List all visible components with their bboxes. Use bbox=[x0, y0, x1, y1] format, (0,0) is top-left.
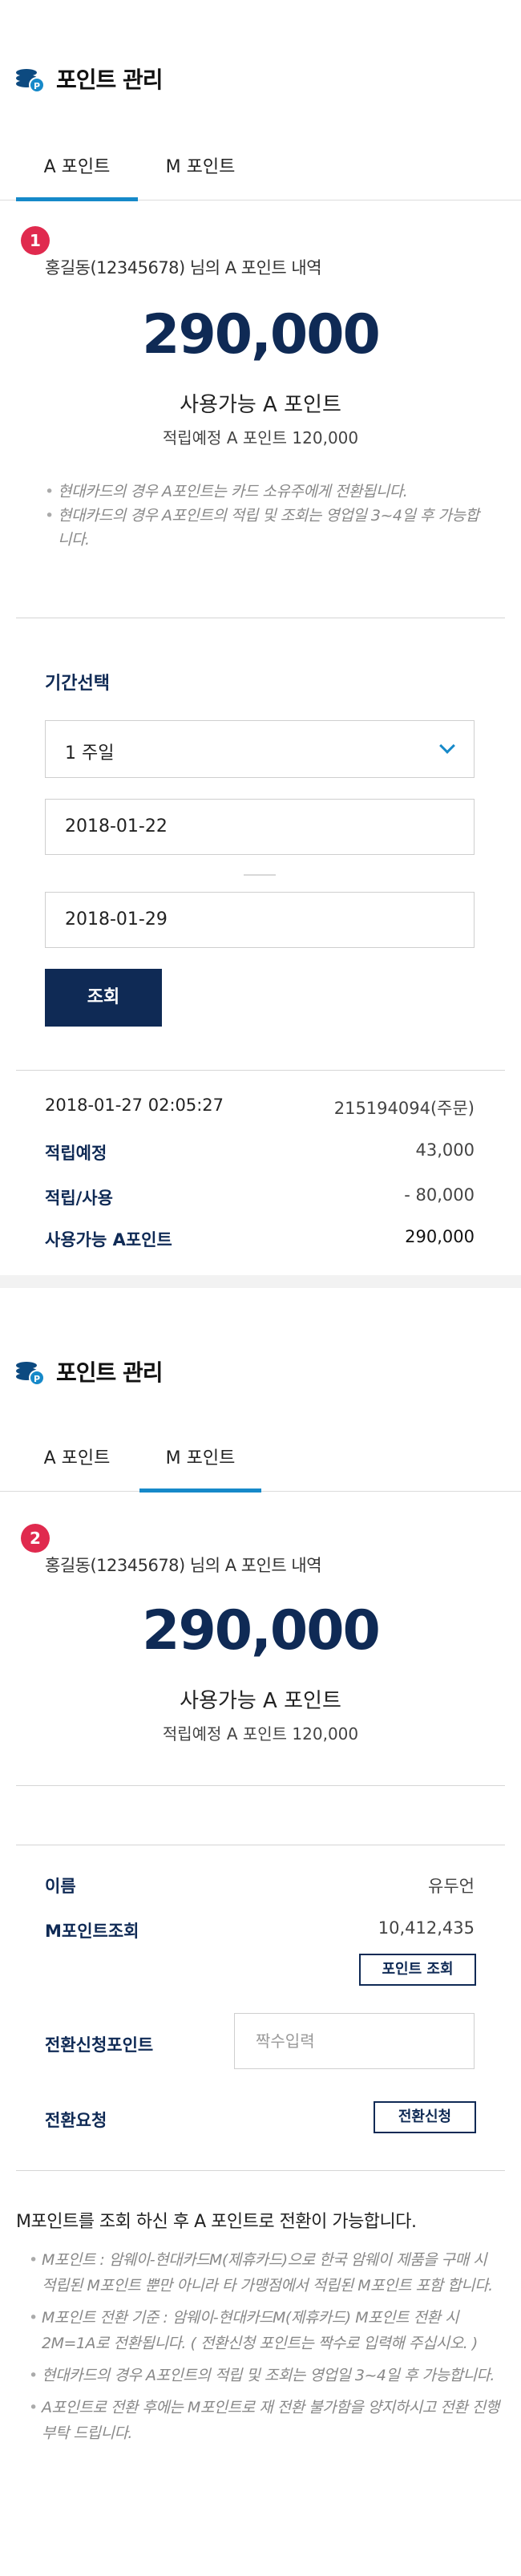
conversion-request-label: 전환요청 bbox=[45, 2111, 107, 2130]
notice-item: M포인트 전환 기준 : 암웨이-현대카드M(제휴카드) M포인트 전환 시 2… bbox=[27, 2305, 500, 2356]
page-title: 포인트 관리 bbox=[56, 67, 164, 93]
notice-list: 현대카드의 경우 A포인트는 카드 소유주에게 전환됩니다. 현대카드의 경우 … bbox=[43, 480, 492, 552]
step-badge: 2 bbox=[21, 1524, 50, 1553]
history-row-label: 사용가능 A포인트 bbox=[45, 1230, 172, 1250]
conversion-points-input[interactable]: 짝수입력 bbox=[234, 2013, 475, 2069]
pending-points: 적립예정 A 포인트 120,000 bbox=[162, 1724, 359, 1744]
a-point-panel: P 포인트 관리 A 포인트 M 포인트 1 홍길동(12345678) 님의 … bbox=[0, 0, 521, 1275]
tab-m-point[interactable]: M 포인트 bbox=[139, 148, 261, 200]
notice-item: 현대카드의 경우 A포인트는 카드 소유주에게 전환됩니다. bbox=[43, 480, 492, 504]
name-label: 이름 bbox=[45, 1877, 76, 1896]
search-button[interactable]: 조회 bbox=[45, 969, 162, 1027]
page-header: P 포인트 관리 bbox=[16, 1355, 164, 1387]
available-points: 290,000 bbox=[142, 1599, 381, 1663]
history-row-value: - 80,000 bbox=[404, 1185, 475, 1205]
history-row-value: 43,000 bbox=[415, 1140, 475, 1160]
owner-line: 홍길동(12345678) 님의 A 포인트 내역 bbox=[45, 258, 322, 277]
point-coins-icon: P bbox=[16, 1357, 48, 1386]
period-select-value: 1 주일 bbox=[65, 743, 115, 763]
date-to-input[interactable]: 2018-01-29 bbox=[45, 892, 475, 948]
divider bbox=[16, 1785, 505, 1786]
date-from-input[interactable]: 2018-01-22 bbox=[45, 799, 475, 855]
history-row-label: 적립/사용 bbox=[45, 1189, 113, 1208]
section-separator bbox=[0, 1275, 521, 1288]
m-point-panel: P 포인트 관리 A 포인트 M 포인트 2 홍길동(12345678) 님의 … bbox=[0, 1288, 521, 2576]
available-label: 사용가능 A 포인트 bbox=[180, 393, 341, 417]
available-label: 사용가능 A 포인트 bbox=[180, 1689, 341, 1713]
point-coins-icon: P bbox=[16, 64, 48, 93]
page-title: 포인트 관리 bbox=[56, 1359, 164, 1386]
point-tabs: A 포인트 M 포인트 bbox=[0, 1439, 521, 1493]
notice-item: M포인트 : 암웨이-현대카드M(제휴카드)으로 한국 암웨이 제품을 구매 시… bbox=[27, 2247, 500, 2299]
notice-list: M포인트 : 암웨이-현대카드M(제휴카드)으로 한국 암웨이 제품을 구매 시… bbox=[27, 2247, 500, 2452]
tab-m-point[interactable]: M 포인트 bbox=[139, 1439, 261, 1493]
history-row-label: 적립예정 bbox=[45, 1144, 107, 1163]
conversion-message: M포인트를 조회 하신 후 A 포인트로 전환이 가능합니다. bbox=[16, 2212, 417, 2232]
history-row-value: 290,000 bbox=[405, 1227, 475, 1246]
tab-a-point[interactable]: A 포인트 bbox=[16, 148, 138, 201]
period-select[interactable]: 1 주일 bbox=[45, 720, 475, 778]
history-datetime: 2018-01-27 02:05:27 bbox=[45, 1096, 224, 1115]
notice-item: 현대카드의 경우 A포인트의 적립 및 조회는 영업일 3~4일 후 가능합니다… bbox=[43, 504, 492, 552]
conversion-request-button[interactable]: 전환신청 bbox=[374, 2101, 476, 2133]
notice-item: 현대카드의 경우 A포인트의 적립 및 조회는 영업일 3~4일 후 가능합니다… bbox=[27, 2363, 500, 2388]
history-row: 적립/사용 - 80,000 bbox=[45, 1185, 475, 1209]
notice-item: A포인트로 전환 후에는 M포인트로 재 전환 불가함을 양지하시고 전환 진행… bbox=[27, 2395, 500, 2446]
history-row: 사용가능 A포인트 290,000 bbox=[45, 1227, 475, 1251]
period-title: 기간선택 bbox=[45, 674, 110, 694]
date-range-separator bbox=[244, 874, 276, 876]
history-order: 215194094(주문) bbox=[333, 1099, 475, 1118]
history-row: 적립예정 43,000 bbox=[45, 1140, 475, 1164]
point-inquiry-button[interactable]: 포인트 조회 bbox=[359, 1954, 476, 1986]
step-badge: 1 bbox=[21, 226, 50, 255]
divider bbox=[16, 1070, 505, 1071]
pending-points: 적립예정 A 포인트 120,000 bbox=[162, 428, 359, 448]
name-value: 유두언 bbox=[428, 1877, 475, 1896]
tab-a-point[interactable]: A 포인트 bbox=[16, 1439, 138, 1492]
point-tabs: A 포인트 M 포인트 bbox=[0, 148, 521, 201]
m-point-balance: 10,412,435 bbox=[378, 1918, 475, 1938]
page-header: P 포인트 관리 bbox=[16, 63, 164, 95]
chevron-down-icon bbox=[439, 738, 455, 754]
divider bbox=[16, 2170, 505, 2171]
m-point-inquiry-label: M포인트조회 bbox=[45, 1922, 139, 1941]
history-header-row: 2018-01-27 02:05:27 215194094(주문) bbox=[45, 1096, 475, 1120]
owner-line: 홍길동(12345678) 님의 A 포인트 내역 bbox=[45, 1556, 322, 1575]
conversion-label: 전환신청포인트 bbox=[45, 2035, 154, 2055]
available-points: 290,000 bbox=[142, 303, 381, 367]
